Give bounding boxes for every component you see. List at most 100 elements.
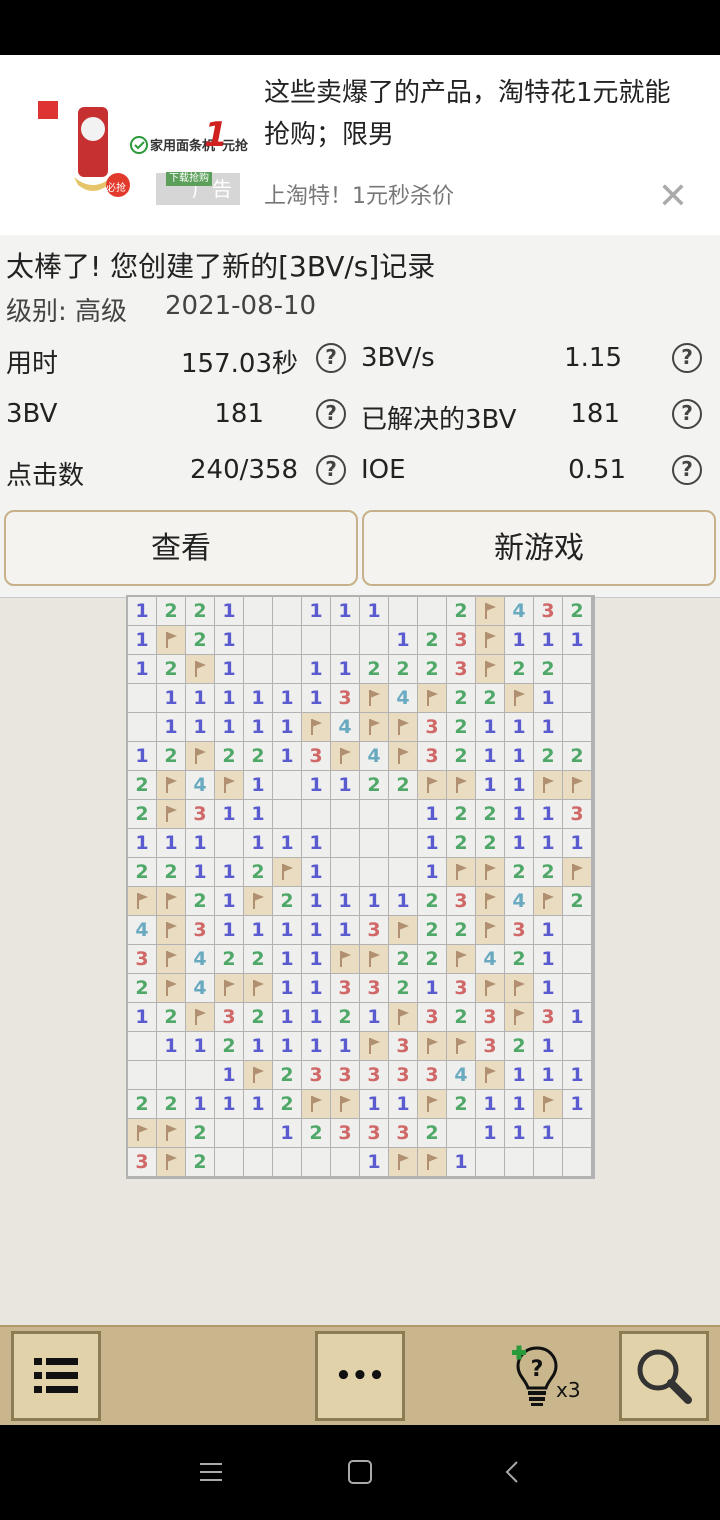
number-cell[interactable]: 1	[273, 829, 301, 857]
flag-cell[interactable]	[505, 684, 533, 712]
number-cell[interactable]: 2	[418, 916, 446, 944]
number-cell[interactable]: 1	[244, 771, 272, 799]
empty-cell[interactable]	[563, 655, 591, 683]
flag-cell[interactable]	[447, 945, 475, 973]
number-cell[interactable]: 1	[157, 1032, 185, 1060]
number-cell[interactable]: 3	[186, 800, 214, 828]
empty-cell[interactable]	[418, 597, 446, 625]
number-cell[interactable]: 1	[302, 829, 330, 857]
new-game-button[interactable]: 新游戏	[362, 510, 716, 586]
number-cell[interactable]: 2	[447, 597, 475, 625]
flag-cell[interactable]	[273, 858, 301, 886]
flag-cell[interactable]	[302, 1090, 330, 1118]
number-cell[interactable]: 3	[331, 1061, 359, 1089]
number-cell[interactable]: 2	[157, 1090, 185, 1118]
number-cell[interactable]: 4	[186, 974, 214, 1002]
empty-cell[interactable]	[563, 1148, 591, 1176]
number-cell[interactable]: 1	[563, 626, 591, 654]
flag-cell[interactable]	[215, 771, 243, 799]
flag-cell[interactable]	[244, 887, 272, 915]
number-cell[interactable]: 1	[331, 916, 359, 944]
flag-cell[interactable]	[418, 1148, 446, 1176]
number-cell[interactable]: 3	[302, 742, 330, 770]
number-cell[interactable]: 1	[273, 713, 301, 741]
number-cell[interactable]: 1	[215, 800, 243, 828]
number-cell[interactable]: 1	[505, 713, 533, 741]
number-cell[interactable]: 3	[418, 1003, 446, 1031]
number-cell[interactable]: 2	[563, 887, 591, 915]
flag-cell[interactable]	[389, 742, 417, 770]
empty-cell[interactable]	[360, 858, 388, 886]
empty-cell[interactable]	[186, 1061, 214, 1089]
empty-cell[interactable]	[360, 800, 388, 828]
number-cell[interactable]: 3	[534, 1003, 562, 1031]
number-cell[interactable]: 1	[244, 1090, 272, 1118]
number-cell[interactable]: 1	[128, 742, 156, 770]
number-cell[interactable]: 1	[186, 713, 214, 741]
number-cell[interactable]: 3	[360, 1061, 388, 1089]
flag-cell[interactable]	[360, 684, 388, 712]
number-cell[interactable]: 1	[534, 945, 562, 973]
number-cell[interactable]: 2	[186, 1119, 214, 1147]
flag-cell[interactable]	[389, 916, 417, 944]
number-cell[interactable]: 1	[563, 1061, 591, 1089]
flag-cell[interactable]	[447, 771, 475, 799]
number-cell[interactable]: 2	[534, 742, 562, 770]
ad-banner[interactable]: 家用面条机 1 元抢 必抢 下载抢购 广告 这些卖爆了的产品，淘特花1元就能抢购…	[0, 55, 720, 235]
number-cell[interactable]: 1	[534, 1061, 562, 1089]
number-cell[interactable]: 1	[302, 771, 330, 799]
number-cell[interactable]: 1	[186, 1032, 214, 1060]
number-cell[interactable]: 1	[476, 1119, 504, 1147]
number-cell[interactable]: 1	[476, 1090, 504, 1118]
number-cell[interactable]: 1	[360, 1148, 388, 1176]
flag-cell[interactable]	[389, 1148, 417, 1176]
flag-cell[interactable]	[157, 974, 185, 1002]
empty-cell[interactable]	[563, 684, 591, 712]
empty-cell[interactable]	[128, 684, 156, 712]
empty-cell[interactable]	[389, 858, 417, 886]
number-cell[interactable]: 4	[331, 713, 359, 741]
number-cell[interactable]: 2	[331, 1003, 359, 1031]
number-cell[interactable]: 3	[447, 655, 475, 683]
number-cell[interactable]: 1	[534, 974, 562, 1002]
flag-cell[interactable]	[360, 1032, 388, 1060]
number-cell[interactable]: 1	[128, 1003, 156, 1031]
hint-button[interactable]: ? x3	[512, 1342, 582, 1412]
empty-cell[interactable]	[244, 626, 272, 654]
flag-cell[interactable]	[128, 887, 156, 915]
number-cell[interactable]: 1	[389, 887, 417, 915]
empty-cell[interactable]	[331, 626, 359, 654]
help-icon[interactable]: ?	[672, 399, 702, 429]
number-cell[interactable]: 2	[505, 1032, 533, 1060]
flag-cell[interactable]	[505, 1003, 533, 1031]
number-cell[interactable]: 1	[563, 1003, 591, 1031]
empty-cell[interactable]	[273, 597, 301, 625]
flag-cell[interactable]	[476, 597, 504, 625]
number-cell[interactable]: 1	[273, 1003, 301, 1031]
empty-cell[interactable]	[447, 1119, 475, 1147]
empty-cell[interactable]	[331, 800, 359, 828]
flag-cell[interactable]	[331, 945, 359, 973]
number-cell[interactable]: 1	[534, 829, 562, 857]
number-cell[interactable]: 2	[476, 829, 504, 857]
number-cell[interactable]: 2	[186, 887, 214, 915]
empty-cell[interactable]	[563, 713, 591, 741]
number-cell[interactable]: 2	[186, 626, 214, 654]
minesweeper-board[interactable]: 1221111243212112311112111222322111111342…	[126, 595, 595, 1179]
number-cell[interactable]: 4	[128, 916, 156, 944]
flag-cell[interactable]	[447, 1032, 475, 1060]
flag-cell[interactable]	[476, 626, 504, 654]
number-cell[interactable]: 2	[447, 713, 475, 741]
empty-cell[interactable]	[302, 626, 330, 654]
number-cell[interactable]: 1	[302, 1032, 330, 1060]
number-cell[interactable]: 1	[302, 887, 330, 915]
number-cell[interactable]: 3	[476, 1003, 504, 1031]
number-cell[interactable]: 1	[186, 1090, 214, 1118]
flag-cell[interactable]	[244, 974, 272, 1002]
number-cell[interactable]: 1	[128, 655, 156, 683]
number-cell[interactable]: 1	[331, 771, 359, 799]
number-cell[interactable]: 1	[215, 597, 243, 625]
empty-cell[interactable]	[273, 771, 301, 799]
number-cell[interactable]: 2	[244, 1003, 272, 1031]
number-cell[interactable]: 3	[360, 974, 388, 1002]
